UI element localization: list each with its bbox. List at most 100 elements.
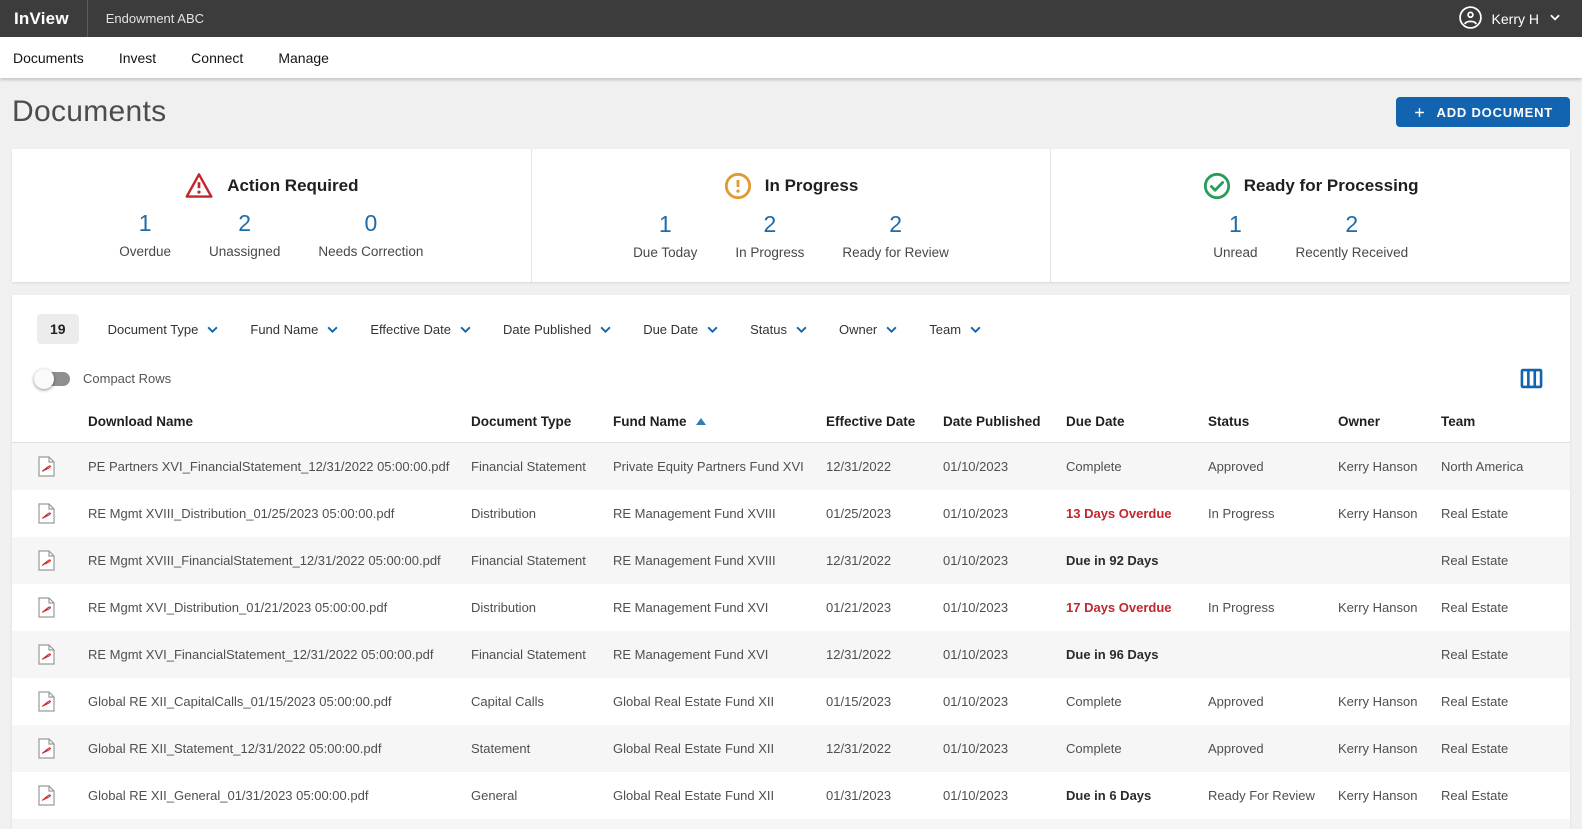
column-header-team[interactable]: Team	[1441, 414, 1570, 429]
pdf-file-icon[interactable]	[38, 503, 88, 524]
cell-effective-date: 01/25/2023	[826, 506, 943, 521]
result-count-badge: 19	[37, 314, 79, 344]
table-row[interactable]: RE Mgmt XVI_Distribution_01/21/2023 05:0…	[12, 584, 1570, 631]
filter-status[interactable]: Status	[750, 322, 809, 337]
cell-effective-date: 12/31/2022	[826, 459, 943, 474]
filter-fund-name[interactable]: Fund Name	[250, 322, 340, 337]
filter-due-date[interactable]: Due Date	[643, 322, 720, 337]
table-row[interactable]: Global RE XII_Statement_12/31/2022 05:00…	[12, 725, 1570, 772]
cell-due-date: 17 Days Overdue	[1066, 600, 1208, 615]
table-row[interactable]: RE Mgmt XVIII_FinancialStatement_12/31/2…	[12, 537, 1570, 584]
compact-rows-toggle[interactable]: Compact Rows	[37, 371, 171, 386]
column-header-status[interactable]: Status	[1208, 414, 1338, 429]
column-header-effective-date[interactable]: Effective Date	[826, 414, 943, 429]
stat-value: 0	[364, 210, 377, 237]
filter-date-published[interactable]: Date Published	[503, 322, 613, 337]
filter-owner[interactable]: Owner	[839, 322, 899, 337]
pdf-file-icon[interactable]	[38, 785, 88, 806]
filter-effective-date[interactable]: Effective Date	[370, 322, 473, 337]
filter-label: Status	[750, 322, 787, 337]
cell-download-name: RE Mgmt XVI_FinancialStatement_12/31/202…	[88, 647, 471, 662]
column-label: Download Name	[88, 414, 193, 429]
nav-item-invest[interactable]: Invest	[119, 50, 156, 66]
cell-team: North America	[1441, 459, 1570, 474]
pdf-file-icon[interactable]	[38, 644, 88, 665]
cell-download-name: RE Mgmt XVI_Distribution_01/21/2023 05:0…	[88, 600, 471, 615]
toggle-track	[37, 372, 70, 386]
stat-needs-correction: 0Needs Correction	[318, 210, 423, 259]
cell-status: Approved	[1208, 741, 1338, 756]
documents-table-panel: 19 Document Type Fund Name Effective Dat…	[12, 295, 1570, 829]
column-header-download-name[interactable]: Download Name	[88, 414, 471, 429]
page-body: Documents ADD DOCUMENT Action Required	[0, 87, 1582, 829]
stat-label: Unassigned	[209, 244, 280, 259]
chevron-down-icon	[205, 322, 220, 337]
cell-status: In Progress	[1208, 506, 1338, 521]
pdf-file-icon[interactable]	[38, 456, 88, 477]
pdf-file-icon[interactable]	[38, 691, 88, 712]
card-action-required: Action Required 1Overdue2Unassigned0Need…	[12, 149, 531, 282]
filter-document-type[interactable]: Document Type	[108, 322, 221, 337]
chevron-down-icon	[794, 322, 809, 337]
column-header-owner[interactable]: Owner	[1338, 414, 1441, 429]
cell-fund-name: RE Management Fund XVI	[613, 647, 826, 662]
stat-unread: 1Unread	[1213, 211, 1257, 260]
filter-row: 19 Document Type Fund Name Effective Dat…	[12, 295, 1570, 344]
cell-owner: Kerry Hanson	[1338, 788, 1441, 803]
stat-label: In Progress	[735, 245, 804, 260]
nav-item-connect[interactable]: Connect	[191, 50, 243, 66]
app-logo: InView	[0, 9, 87, 29]
filter-label: Due Date	[643, 322, 698, 337]
table-controls-row: Compact Rows	[12, 344, 1570, 392]
columns-icon	[1518, 365, 1545, 392]
column-header-due-date[interactable]: Due Date	[1066, 414, 1208, 429]
column-settings-button[interactable]	[1518, 365, 1545, 392]
cell-date-published: 01/10/2023	[943, 788, 1066, 803]
cell-team: Real Estate	[1441, 506, 1570, 521]
pdf-file-icon[interactable]	[38, 597, 88, 618]
cell-download-name: RE Mgmt XVIII_Distribution_01/25/2023 05…	[88, 506, 471, 521]
cell-download-name: Global RE XII_Statement_12/31/2022 05:00…	[88, 741, 471, 756]
stat-value: 1	[139, 210, 152, 237]
table-row[interactable]: RE Mgmt XVI_FinancialStatement_12/31/202…	[12, 631, 1570, 678]
cell-team: Real Estate	[1441, 741, 1570, 756]
pdf-file-icon[interactable]	[38, 550, 88, 571]
column-header-fund-name[interactable]: Fund Name	[613, 414, 826, 429]
table-row[interactable]: Global RE XII_CapitalCalls_01/15/2023 05…	[12, 678, 1570, 725]
column-label: Owner	[1338, 414, 1380, 429]
cell-team: Real Estate	[1441, 694, 1570, 709]
table-row[interactable]: PE Partners XVI_FinancialStatement_12/31…	[12, 443, 1570, 490]
cell-document-type: General	[471, 788, 613, 803]
cell-owner: Kerry Hanson	[1338, 741, 1441, 756]
warning-triangle-icon	[184, 172, 214, 199]
cell-document-type: Financial Statement	[471, 647, 613, 662]
nav-item-documents[interactable]: Documents	[13, 50, 84, 66]
column-label: Status	[1208, 414, 1249, 429]
table-row[interactable]: RE Mgmt XVIII_Distribution_01/25/2023 05…	[12, 490, 1570, 537]
chevron-down-icon	[705, 322, 720, 337]
stat-unassigned: 2 Unassigned	[209, 210, 280, 259]
stat-value: 2	[238, 210, 251, 237]
column-header-document-type[interactable]: Document Type	[471, 414, 613, 429]
column-label: Effective Date	[826, 414, 915, 429]
pdf-file-icon[interactable]	[38, 738, 88, 759]
column-header-date-published[interactable]: Date Published	[943, 414, 1066, 429]
cell-date-published: 01/10/2023	[943, 647, 1066, 662]
stat-label: Overdue	[119, 244, 171, 259]
main-nav: Documents Invest Connect Manage	[0, 37, 1582, 78]
cell-due-date: Complete	[1066, 741, 1208, 756]
cell-document-type: Distribution	[471, 506, 613, 521]
cell-fund-name: Global Real Estate Fund XII	[613, 694, 826, 709]
table-row[interactable]: Global RE XII_General_01/31/2023 05:00:0…	[12, 772, 1570, 819]
add-document-button[interactable]: ADD DOCUMENT	[1396, 97, 1570, 127]
card-stats: 1 Overdue 2 Unassigned 0Needs Correction	[119, 210, 423, 259]
stat-label: Due Today	[633, 245, 697, 260]
stat-label: Ready for Review	[842, 245, 949, 260]
cell-document-type: Capital Calls	[471, 694, 613, 709]
user-menu[interactable]: Kerry H	[1458, 5, 1582, 33]
cell-team: Real Estate	[1441, 600, 1570, 615]
cell-due-date: Complete	[1066, 459, 1208, 474]
nav-item-manage[interactable]: Manage	[278, 50, 329, 66]
filter-team[interactable]: Team	[929, 322, 983, 337]
cell-date-published: 01/10/2023	[943, 694, 1066, 709]
